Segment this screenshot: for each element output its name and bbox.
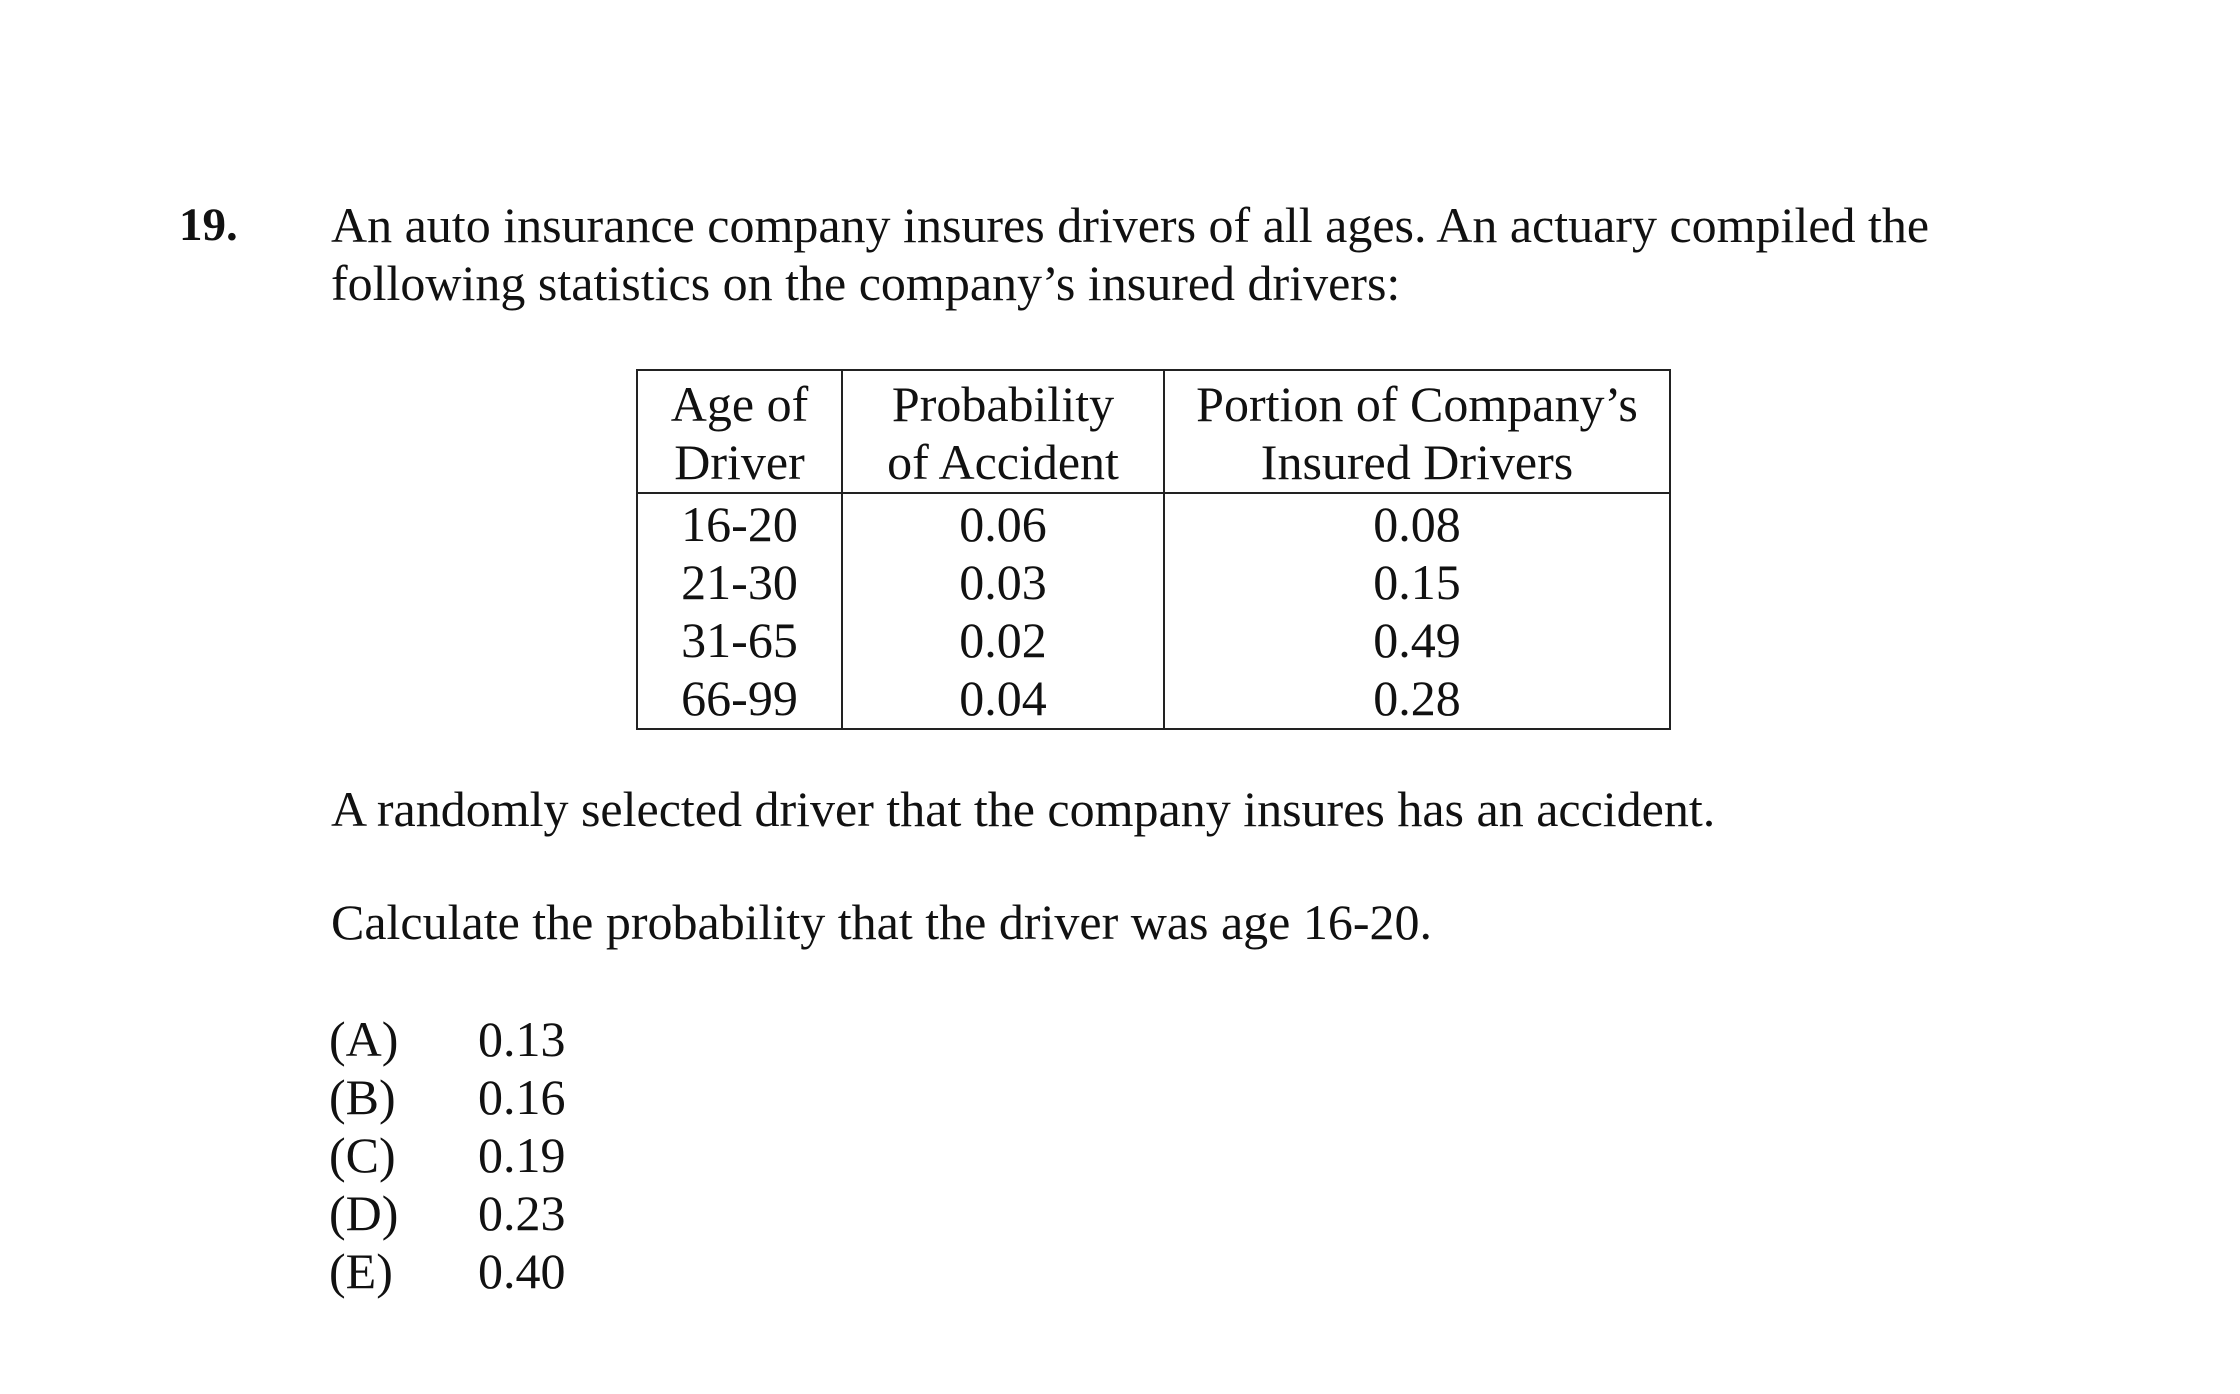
portion-cell: 0.49 bbox=[1163, 611, 1671, 669]
statistics-table: Age of Driver Probability of Accident Po… bbox=[636, 369, 1671, 730]
header-portion-of-drivers: Portion of Company’s Insured Drivers bbox=[1163, 369, 1671, 494]
answer-choice-e: (E) 0.40 bbox=[329, 1242, 566, 1300]
age-cell: 66-99 bbox=[636, 669, 843, 730]
answer-choice-b: (B) 0.16 bbox=[329, 1068, 566, 1126]
choice-letter: (E) bbox=[329, 1243, 393, 1299]
header-line: Driver bbox=[674, 434, 805, 490]
choice-letter: (B) bbox=[329, 1069, 396, 1125]
header-line: Insured Drivers bbox=[1260, 434, 1574, 490]
header-line: Probability bbox=[891, 376, 1115, 432]
choice-value: 0.13 bbox=[478, 1011, 566, 1067]
portion-cell: 0.15 bbox=[1163, 553, 1671, 611]
portion-cell: 0.08 bbox=[1163, 493, 1671, 553]
header-line: Portion of Company’s bbox=[1196, 376, 1638, 432]
probability-cell: 0.03 bbox=[841, 553, 1165, 611]
probability-cell: 0.06 bbox=[841, 493, 1165, 553]
choice-value: 0.40 bbox=[478, 1243, 566, 1299]
choice-letter: (C) bbox=[329, 1127, 396, 1183]
question-intro: An auto insurance company insures driver… bbox=[331, 196, 2031, 312]
age-cell: 31-65 bbox=[636, 611, 843, 669]
intro-line: following statistics on the company’s in… bbox=[331, 255, 1401, 311]
choice-letter: (A) bbox=[329, 1011, 399, 1067]
answer-choice-d: (D) 0.23 bbox=[329, 1184, 566, 1242]
age-cell: 16-20 bbox=[636, 493, 843, 553]
header-line: Age of bbox=[670, 376, 809, 432]
answer-choice-c: (C) 0.19 bbox=[329, 1126, 566, 1184]
table-header-row: Age of Driver Probability of Accident Po… bbox=[636, 369, 1671, 494]
table-row: 16-20 0.06 0.08 bbox=[636, 493, 1671, 553]
header-line: of Accident bbox=[887, 434, 1119, 490]
age-cell: 21-30 bbox=[636, 553, 843, 611]
question-stem-task: Calculate the probability that the drive… bbox=[331, 894, 1433, 950]
table-row: 66-99 0.04 0.28 bbox=[636, 669, 1671, 730]
question-stem-scenario: A randomly selected driver that the comp… bbox=[331, 781, 1716, 837]
answer-choices: (A) 0.13 (B) 0.16 (C) 0.19 (D) 0.23 (E) … bbox=[329, 1010, 566, 1300]
header-age-of-driver: Age of Driver bbox=[636, 369, 843, 494]
header-probability-of-accident: Probability of Accident bbox=[841, 369, 1165, 494]
choice-letter: (D) bbox=[329, 1185, 399, 1241]
probability-cell: 0.04 bbox=[841, 669, 1165, 730]
intro-line: An auto insurance company insures driver… bbox=[331, 197, 1930, 253]
table-row: 31-65 0.02 0.49 bbox=[636, 611, 1671, 669]
choice-value: 0.19 bbox=[478, 1127, 566, 1183]
table-row: 21-30 0.03 0.15 bbox=[636, 553, 1671, 611]
choice-value: 0.16 bbox=[478, 1069, 566, 1125]
probability-cell: 0.02 bbox=[841, 611, 1165, 669]
question-number: 19. bbox=[179, 199, 238, 251]
portion-cell: 0.28 bbox=[1163, 669, 1671, 730]
answer-choice-a: (A) 0.13 bbox=[329, 1010, 566, 1068]
choice-value: 0.23 bbox=[478, 1185, 566, 1241]
